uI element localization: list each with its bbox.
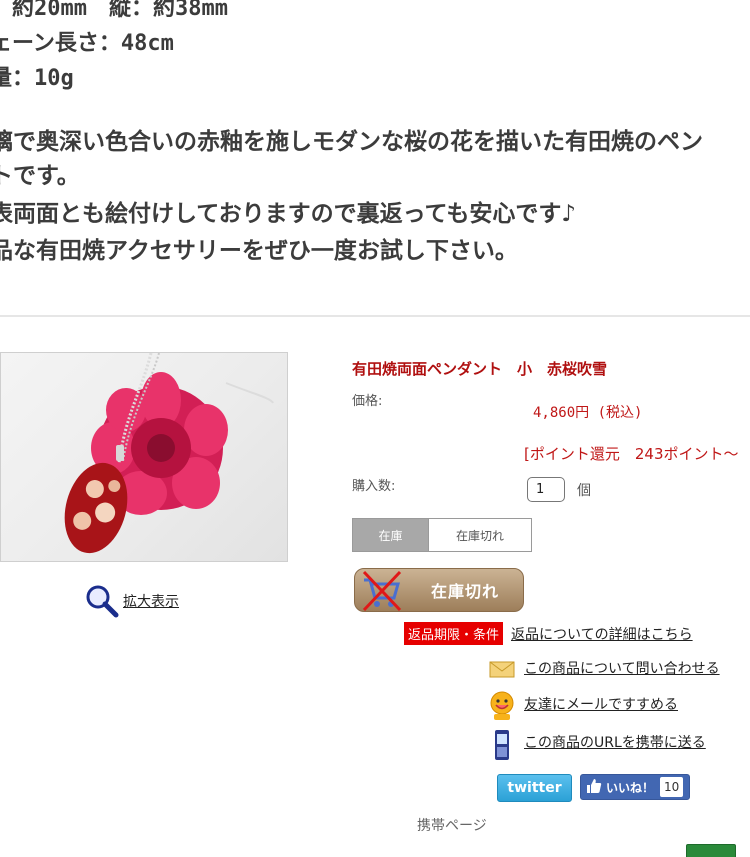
mobile-phone-icon (488, 728, 516, 760)
mobile-row: この商品のURLを携帯に送る (488, 728, 706, 760)
facebook-like-button[interactable]: いいね！ 10 (580, 774, 690, 800)
send-url-mobile-link[interactable]: この商品のURLを携帯に送る (524, 732, 706, 752)
friend-row: 友達にメールですすめる (488, 690, 678, 720)
desc-size-line: ：約20mm 縦：約38mm (0, 0, 228, 21)
desc-text-line-4: 品な有田焼アクセサリーをぜひ一度お試し下さい。 (0, 238, 518, 264)
stock-tabs: 在庫 在庫切れ (352, 518, 532, 552)
desc-weight-line: 量：10g (0, 66, 74, 91)
magnifier-icon[interactable] (85, 584, 119, 618)
product-image[interactable] (0, 352, 288, 562)
product-title: 有田焼両面ペンダント 小 赤桜吹雪 (352, 360, 608, 378)
desc-text-line-3: 表両面とも絵付けしておりますので裏返っても安心です♪ (0, 201, 576, 227)
quantity-unit: 個 (577, 483, 591, 499)
points-text: [ポイント還元 243ポイント～ (524, 445, 739, 463)
return-details-link[interactable]: 返品についての詳細はこちら (511, 624, 693, 644)
friend-mail-link[interactable]: 友達にメールですすめる (524, 694, 678, 714)
zoom-link[interactable]: 拡大表示 (123, 591, 179, 611)
pendant-illustration (64, 353, 274, 554)
tab-out-of-stock[interactable]: 在庫切れ (429, 519, 531, 551)
desc-text-line-2: トです。 (0, 163, 80, 189)
section-divider (0, 315, 750, 317)
desc-text-line-1: 璃で奥深い色合いの赤釉を施しモダンな桜の花を描いた有田焼のペン (0, 129, 703, 155)
twitter-button[interactable]: twitter (497, 774, 572, 802)
inquiry-link[interactable]: この商品について問い合わせる (524, 658, 720, 678)
return-badge: 返品期限・条件 (404, 622, 504, 645)
cart-crossed-icon (355, 568, 407, 612)
like-count: 10 (660, 777, 684, 797)
green-corner-button[interactable] (686, 844, 736, 857)
quantity-label: 購入数: (352, 479, 396, 494)
price-label: 価格: (352, 394, 383, 409)
desc-chain-line: ェーン長さ：48cm (0, 31, 174, 56)
zoom-control[interactable]: 拡大表示 (85, 584, 179, 618)
inquiry-row: この商品について問い合わせる (488, 654, 720, 682)
sold-out-label: 在庫切れ (431, 582, 500, 601)
sold-out-button[interactable]: 在庫切れ (354, 568, 524, 612)
return-row: 返品期限・条件 返品についての詳細はこちら (404, 622, 693, 645)
thumbs-up-icon (586, 778, 602, 797)
tab-in-stock[interactable]: 在庫 (353, 519, 429, 551)
smiley-icon (488, 690, 516, 720)
price-value: 4,860円 (税込) (533, 405, 643, 421)
envelope-icon (488, 654, 516, 682)
like-label: いいね！ (606, 780, 655, 795)
mobile-page-link[interactable]: 携帯ページ (417, 815, 487, 835)
quantity-input[interactable] (527, 477, 565, 502)
